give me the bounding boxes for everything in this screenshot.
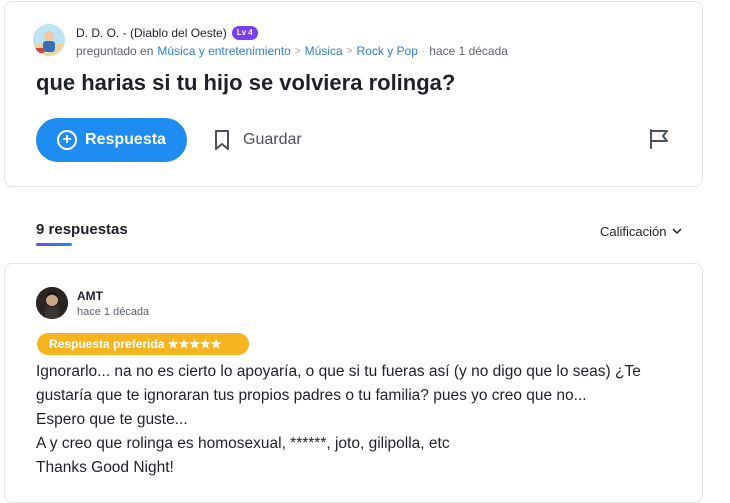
question-author-avatar[interactable] (33, 24, 65, 56)
answer-button-label: Respuesta (85, 131, 166, 148)
question-meta: preguntado en Música y entretenimiento >… (76, 43, 508, 59)
plus-circle-icon: + (57, 130, 78, 150)
bookmark-icon (215, 130, 229, 150)
answer-author-name[interactable]: AMT (77, 289, 103, 303)
answers-count: 9 respuestas (36, 221, 128, 238)
sort-dropdown[interactable]: Calificación (600, 222, 683, 240)
question-title: que harias si tu hijo se volviera roling… (36, 70, 456, 95)
answer-line: gustaría que te ignoraran tus propios pa… (36, 387, 587, 404)
chevron-right-icon: > (294, 45, 301, 57)
chevron-right-icon: > (346, 45, 353, 57)
answers-count-underline (36, 243, 72, 246)
best-answer-badge-label: Respuesta preferida ★★★★★ (49, 337, 222, 351)
category-link-music-entertainment[interactable]: Música y entretenimiento (157, 44, 290, 58)
answer-line: A y creo que rolinga es homosexual, ****… (36, 435, 450, 452)
save-button-label: Guardar (243, 131, 302, 148)
answer-author-avatar[interactable] (36, 287, 68, 319)
answer-button[interactable]: + Respuesta (36, 118, 187, 162)
best-answer-badge: Respuesta preferida ★★★★★ (37, 333, 249, 355)
chevron-down-icon (672, 228, 683, 235)
question-time: hace 1 década (429, 44, 508, 58)
asked-in-label: preguntado en (76, 44, 154, 58)
question-author: D. D. O. - (Diablo del Oeste) Lv 4 (76, 24, 258, 42)
level-badge: Lv 4 (231, 26, 258, 40)
answer-time: hace 1 década (77, 306, 150, 318)
save-button[interactable]: Guardar (213, 127, 302, 153)
sort-dropdown-label: Calificación (600, 223, 667, 239)
category-link-rock-pop[interactable]: Rock y Pop (357, 44, 418, 58)
answer-line: Ignorarlo... na no es cierto lo apoyaría… (36, 363, 641, 380)
dot-separator: · (421, 45, 426, 57)
answer-line: Thanks Good Night! (36, 459, 174, 476)
answer-line: Espero que te guste... (36, 411, 188, 428)
category-link-music[interactable]: Música (305, 44, 343, 58)
answer-body: Ignorarlo... na no es cierto lo apoyaría… (36, 360, 686, 480)
flag-icon (650, 129, 668, 149)
report-flag-button[interactable] (648, 128, 670, 150)
question-author-name[interactable]: D. D. O. - (Diablo del Oeste) (76, 26, 227, 40)
